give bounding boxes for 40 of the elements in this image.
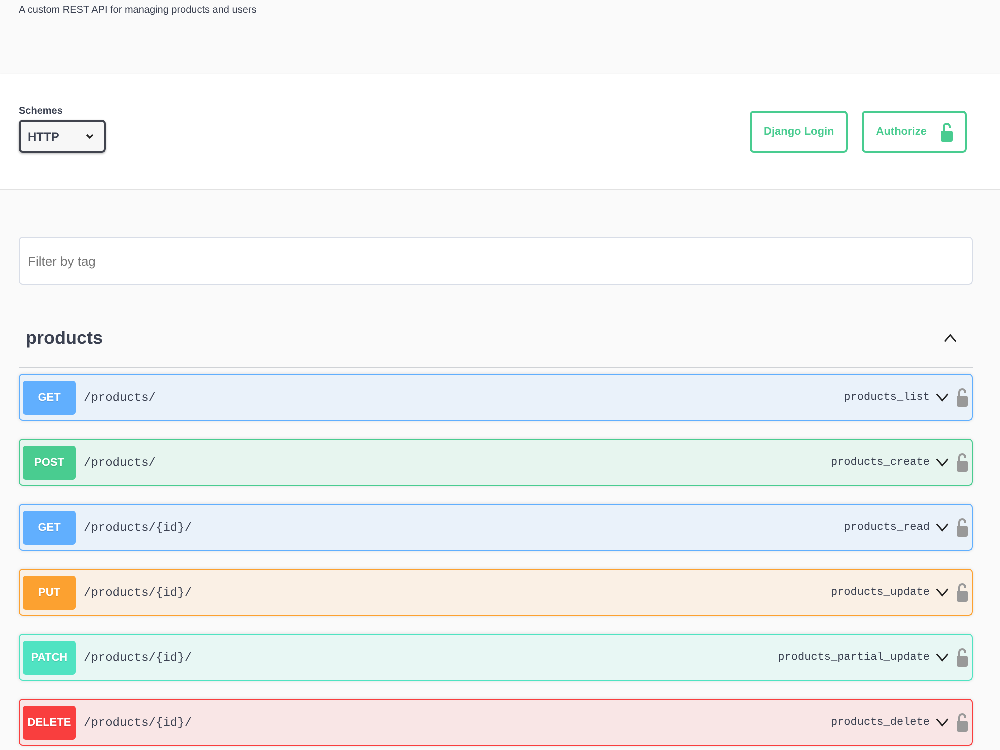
schemes-label: Schemes [19, 106, 64, 117]
chevron-down-icon [86, 134, 94, 139]
http-method-label: PUT [23, 576, 76, 610]
chevron-icon[interactable] [936, 718, 949, 727]
schemes-select[interactable]: HTTP [19, 120, 106, 153]
chevron-icon[interactable] [944, 334, 957, 343]
operation-summary[interactable]: GET /products/ products_list [19, 374, 973, 421]
http-method-label: GET [23, 380, 76, 414]
http-method-label: DELETE [23, 706, 76, 740]
http-method-label: POST [23, 446, 76, 480]
operation-summary[interactable]: DELETE /products/{id}/ products_delete [19, 699, 973, 746]
chevron-icon[interactable] [936, 588, 949, 597]
operation-id: products_create [830, 456, 930, 468]
api-description: A custom REST API for managing products and users [19, 5, 257, 17]
chevron-icon[interactable] [936, 653, 949, 662]
endpoint-path: /products/{id}/ [84, 650, 192, 664]
padlock-icon [941, 122, 953, 142]
chevron-icon[interactable] [936, 393, 949, 402]
tag-heading[interactable]: products [26, 328, 104, 349]
endpoint-path: /products/ [84, 456, 156, 470]
endpoint-path: /products/ [84, 390, 156, 404]
endpoint-path: /products/{id}/ [84, 586, 192, 600]
operation-summary[interactable]: GET /products/{id}/ products_read [19, 504, 973, 551]
padlock-icon[interactable] [957, 648, 968, 667]
operation-summary[interactable]: PATCH /products/{id}/ products_partial_update [19, 634, 973, 681]
operation-id: products_update [830, 586, 930, 598]
filter-field[interactable]: Filter by tag [19, 237, 973, 285]
http-method-label: PATCH [23, 640, 76, 674]
operation-id: products_read [844, 522, 930, 534]
chevron-icon[interactable] [936, 523, 949, 532]
operation-id: products_partial_update [778, 652, 930, 664]
operation-summary[interactable]: PUT /products/{id}/ products_update [19, 569, 973, 616]
http-method-label: GET [23, 510, 76, 544]
operation-summary[interactable]: POST /products/ products_create [19, 439, 973, 486]
padlock-icon[interactable] [957, 453, 968, 472]
endpoint-path: /products/{id}/ [84, 716, 192, 730]
operation-id: products_list [844, 392, 930, 404]
operation-id: products_delete [830, 716, 930, 728]
endpoint-path: /products/{id}/ [84, 520, 192, 534]
chevron-icon[interactable] [936, 458, 949, 467]
